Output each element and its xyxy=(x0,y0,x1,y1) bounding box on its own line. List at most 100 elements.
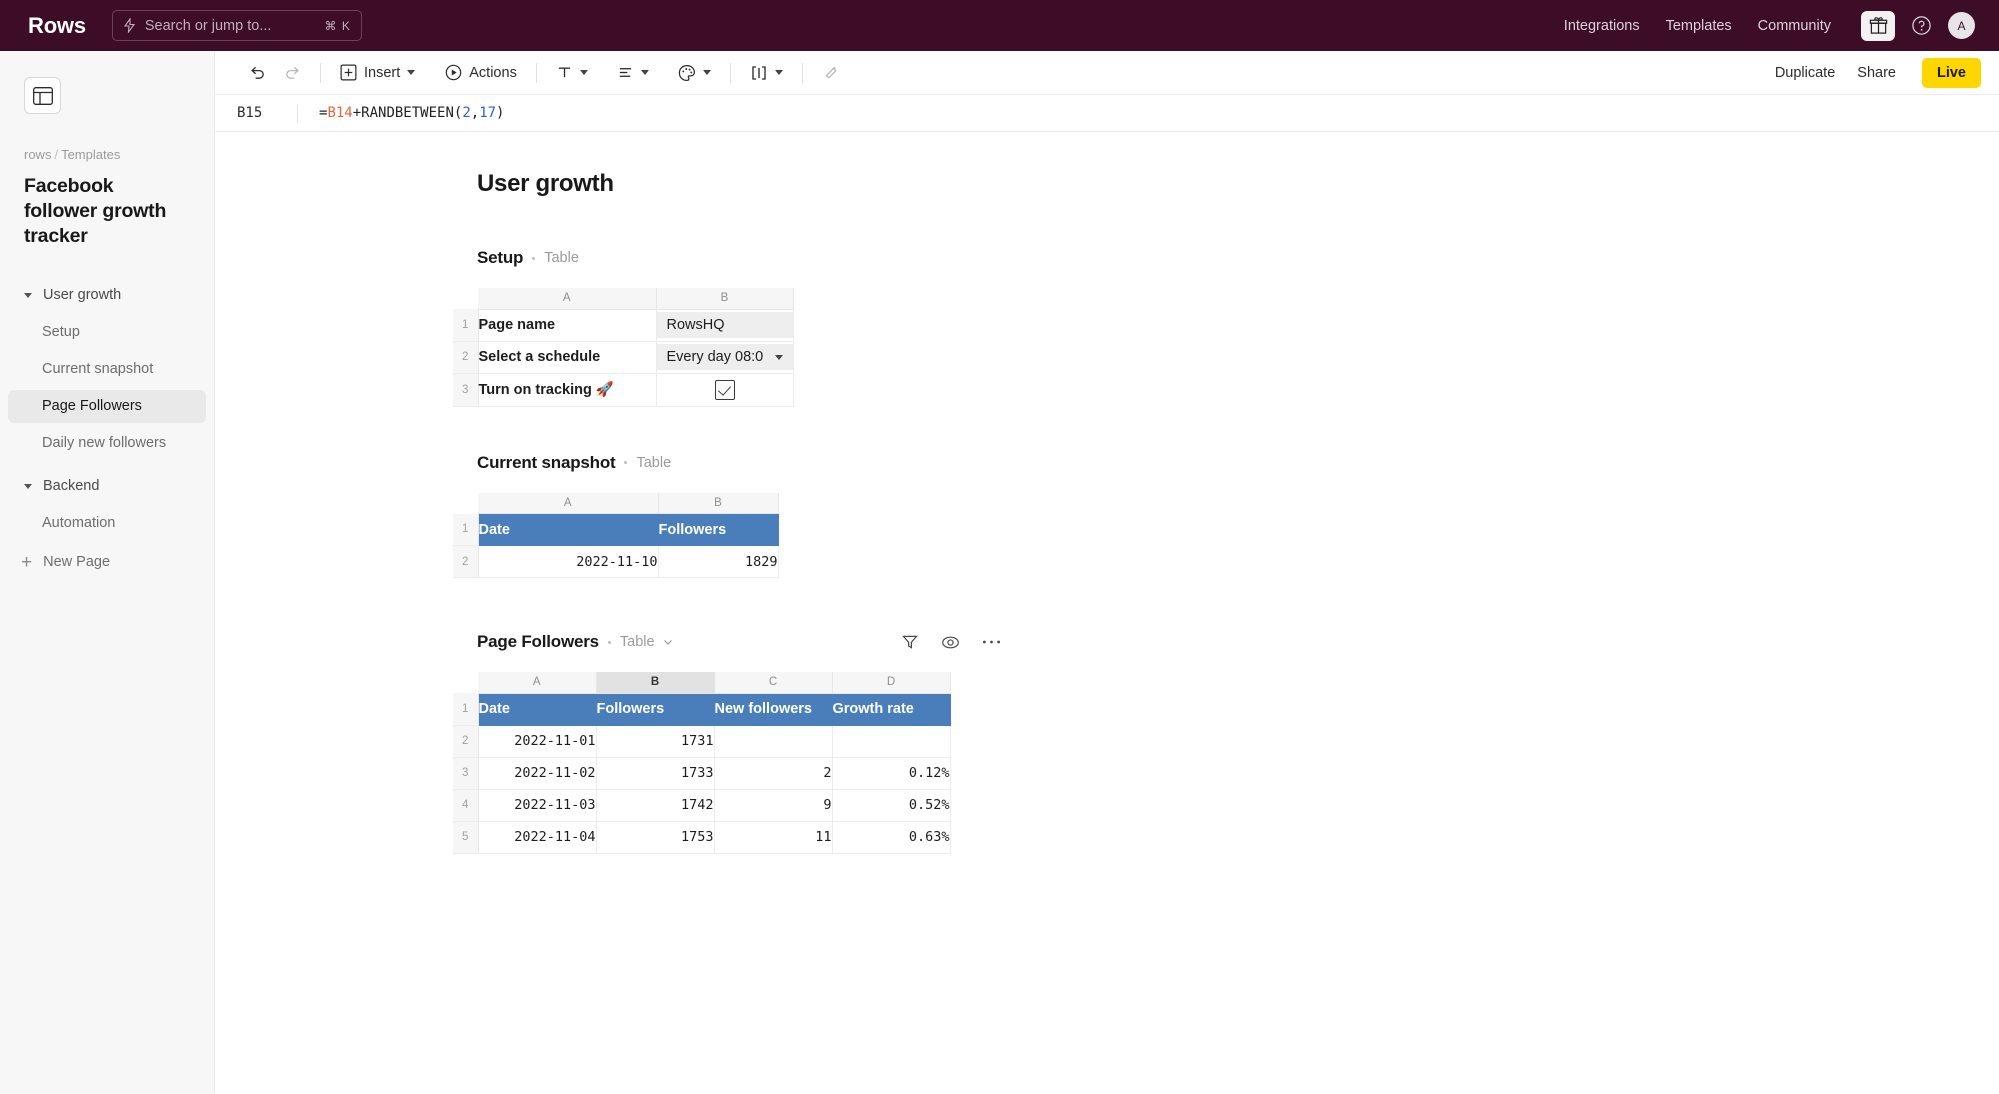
cell-c5[interactable]: 11 xyxy=(714,821,833,854)
cell-a1[interactable]: Date xyxy=(478,693,597,726)
row-number[interactable]: 1 xyxy=(453,513,479,546)
block-kind[interactable]: Table xyxy=(620,634,655,650)
breadcrumb-root[interactable]: rows xyxy=(24,147,51,162)
cell-a2[interactable]: 2022-11-10 xyxy=(478,545,659,578)
row-number[interactable]: 2 xyxy=(453,725,479,758)
share-button[interactable]: Share xyxy=(1857,65,1896,81)
text-format-icon[interactable] xyxy=(548,58,596,88)
grid-corner[interactable] xyxy=(453,492,478,514)
column-header-b[interactable]: B xyxy=(658,492,779,514)
cell-b2[interactable]: 1731 xyxy=(596,725,715,758)
duplicate-button[interactable]: Duplicate xyxy=(1775,65,1835,81)
cell-d5[interactable]: 0.63% xyxy=(832,821,951,854)
sidebar-item-current-snapshot[interactable]: Current snapshot xyxy=(8,353,206,386)
column-header-a[interactable]: A xyxy=(478,288,657,310)
cell-d2[interactable] xyxy=(832,725,951,758)
borders-icon[interactable] xyxy=(742,58,791,88)
grid-corner[interactable] xyxy=(453,288,478,309)
breadcrumb-current[interactable]: Templates xyxy=(61,147,120,162)
cell-b4[interactable]: 1742 xyxy=(596,789,715,822)
table-row[interactable]: 5 2022-11-04 1753 11 0.63% xyxy=(453,821,951,854)
align-icon[interactable] xyxy=(609,58,657,88)
cell-c3[interactable]: 2 xyxy=(714,757,833,790)
cell-a2[interactable]: Select a schedule xyxy=(478,341,657,374)
schedule-select[interactable]: Every day 08:0 xyxy=(656,344,793,370)
column-header-b[interactable]: B xyxy=(596,672,715,694)
table-page-followers[interactable]: A B C D 1 Date Followers New followers G… xyxy=(453,672,1999,854)
cell-a4[interactable]: 2022-11-03 xyxy=(478,789,597,822)
row-number[interactable]: 5 xyxy=(453,821,479,854)
row-number[interactable]: 1 xyxy=(453,693,479,726)
palette-icon[interactable] xyxy=(670,58,719,88)
spreadsheet-icon[interactable] xyxy=(24,77,61,114)
table-row[interactable]: 3 2022-11-02 1733 2 0.12% xyxy=(453,757,951,790)
cell-b3[interactable]: 1733 xyxy=(596,757,715,790)
sidebar-group-user-growth[interactable]: User growth xyxy=(0,279,214,312)
table-row[interactable]: 1 Page name RowsHQ xyxy=(453,309,794,342)
clear-format-icon[interactable] xyxy=(814,58,848,88)
chevron-down-icon[interactable] xyxy=(24,483,32,489)
cell-a3[interactable]: Turn on tracking 🚀 xyxy=(478,373,657,407)
avatar[interactable]: A xyxy=(1948,12,1975,39)
new-page-button[interactable]: + New Page xyxy=(0,546,214,579)
column-header-c[interactable]: C xyxy=(714,672,833,694)
chevron-down-icon[interactable] xyxy=(662,636,674,648)
nav-templates[interactable]: Templates xyxy=(1666,18,1732,34)
cell-a3[interactable]: 2022-11-02 xyxy=(478,757,597,790)
cell-b1[interactable]: Followers xyxy=(596,693,715,726)
cell-a1[interactable]: Page name xyxy=(478,309,657,342)
row-number[interactable]: 3 xyxy=(453,757,479,790)
cell-c4[interactable]: 9 xyxy=(714,789,833,822)
cell-b5[interactable]: 1753 xyxy=(596,821,715,854)
search-input[interactable]: Search or jump to... ⌘ K xyxy=(111,10,362,41)
table-row[interactable]: 2 Select a schedule Every day 08:0 xyxy=(453,341,794,374)
live-button[interactable]: Live xyxy=(1921,57,1981,88)
sidebar-item-setup[interactable]: Setup xyxy=(8,316,206,349)
cell-b1[interactable]: RowsHQ xyxy=(656,309,794,342)
column-header-a[interactable]: A xyxy=(478,672,597,694)
column-header-b[interactable]: B xyxy=(656,288,794,310)
table-row[interactable]: 2 2022-11-01 1731 xyxy=(453,725,951,758)
cell-d3[interactable]: 0.12% xyxy=(832,757,951,790)
table-row[interactable]: 2 2022-11-10 1829 xyxy=(453,545,779,578)
sidebar-item-automation[interactable]: Automation xyxy=(8,507,206,540)
row-number[interactable]: 2 xyxy=(453,545,479,578)
actions-button[interactable]: Actions xyxy=(437,58,525,88)
nav-integrations[interactable]: Integrations xyxy=(1564,18,1640,34)
cell-c1[interactable]: New followers xyxy=(714,693,833,726)
cell-a2[interactable]: 2022-11-01 xyxy=(478,725,597,758)
table-row[interactable]: 3 Turn on tracking 🚀 xyxy=(453,373,794,407)
tracking-checkbox[interactable] xyxy=(714,379,735,400)
redo-icon[interactable] xyxy=(276,58,309,88)
cell-a1[interactable]: Date xyxy=(478,513,659,546)
sidebar-item-daily-new-followers[interactable]: Daily new followers xyxy=(8,427,206,460)
formula-input[interactable]: =B14+RANDBETWEEN(2,17) xyxy=(298,105,504,121)
cell-a5[interactable]: 2022-11-04 xyxy=(478,821,597,854)
row-number[interactable]: 2 xyxy=(453,341,479,374)
gift-icon[interactable] xyxy=(1861,10,1895,41)
cell-c2[interactable] xyxy=(714,725,833,758)
grid-corner[interactable] xyxy=(453,672,478,693)
table-row[interactable]: 1 Date Followers xyxy=(453,513,779,546)
row-number[interactable]: 4 xyxy=(453,789,479,822)
table-setup[interactable]: A B 1 Page name RowsHQ 2 Select a schedu… xyxy=(453,288,1999,407)
undo-icon[interactable] xyxy=(241,58,274,88)
nav-community[interactable]: Community xyxy=(1758,18,1831,34)
eye-icon[interactable] xyxy=(941,633,960,652)
table-row[interactable]: 4 2022-11-03 1742 9 0.52% xyxy=(453,789,951,822)
cell-d1[interactable]: Growth rate xyxy=(832,693,951,726)
cell-b2[interactable]: Every day 08:0 xyxy=(656,341,794,374)
row-number[interactable]: 3 xyxy=(453,373,479,407)
cell-b1[interactable]: Followers xyxy=(658,513,779,546)
more-icon[interactable] xyxy=(982,639,1001,645)
app-logo[interactable]: Rows xyxy=(28,13,86,39)
table-row[interactable]: 1 Date Followers New followers Growth ra… xyxy=(453,693,951,726)
help-circle-icon[interactable] xyxy=(1911,15,1932,36)
cell-d4[interactable]: 0.52% xyxy=(832,789,951,822)
row-number[interactable]: 1 xyxy=(453,309,479,342)
insert-button[interactable]: Insert xyxy=(332,58,423,88)
sidebar-group-backend[interactable]: Backend xyxy=(0,470,214,503)
cell-reference[interactable]: B15 xyxy=(215,105,297,121)
column-header-d[interactable]: D xyxy=(832,672,951,694)
cell-b3[interactable] xyxy=(656,373,794,407)
